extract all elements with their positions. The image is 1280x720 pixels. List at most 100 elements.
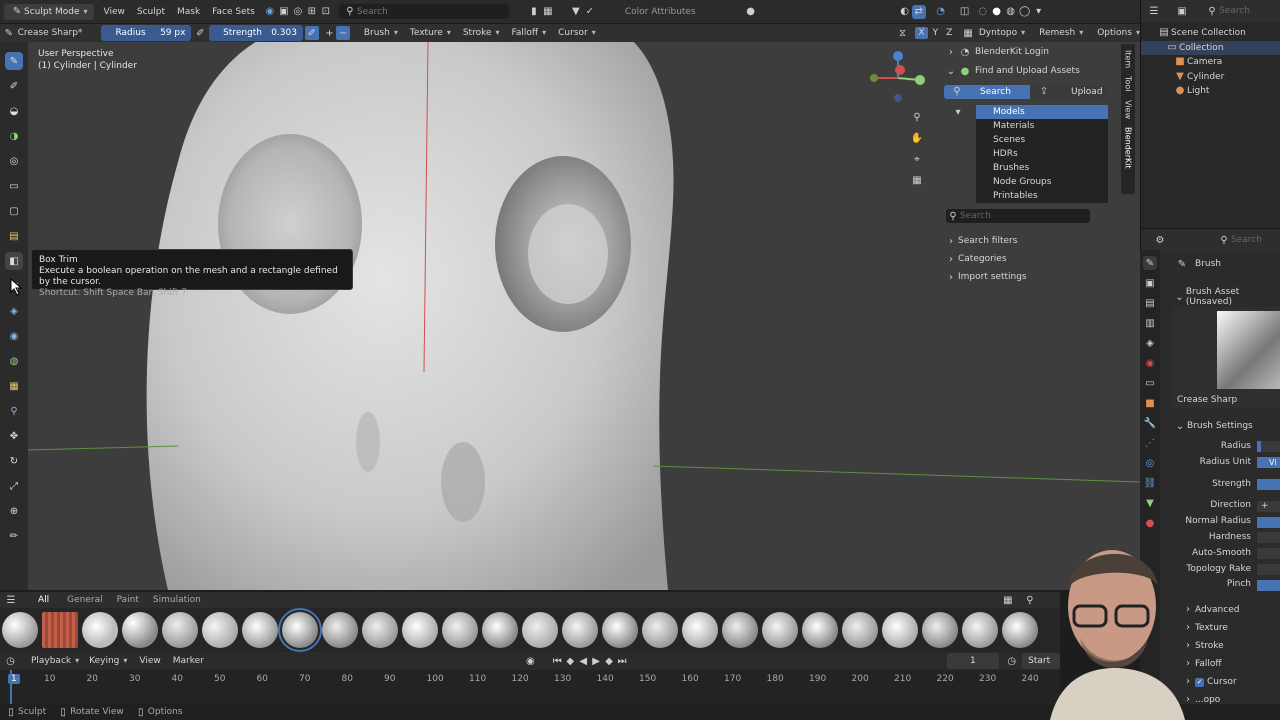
outliner-item-camera[interactable]: ■ Camera [1157,55,1280,70]
field-strength[interactable]: Strength [1173,477,1280,493]
color-filter-icon[interactable]: ⊞ [305,5,319,19]
falloff-menu[interactable]: Falloff [512,28,547,38]
paint-tool[interactable]: ◎ [5,152,23,170]
symmetry-icon[interactable]: ⧖ [896,26,910,40]
dyntopo-menu[interactable]: Dyntopo [979,28,1025,38]
category-brushes[interactable]: Brushes [976,161,1108,175]
blenderkit-search-input[interactable]: ⚲ Search [946,209,1090,223]
cursor-menu[interactable]: Cursor [558,28,596,38]
direction-add-icon[interactable]: + [1257,500,1280,512]
box-trim-tool[interactable]: ◧ [5,252,23,270]
field-topology-rake-slider[interactable] [1257,563,1280,575]
subtract-direction-icon[interactable]: − [336,26,350,40]
axis-x[interactable]: X [915,27,928,39]
field-radius-unit[interactable]: Radius Unit Vi [1173,455,1280,471]
bookmark-icon[interactable]: ▮ [527,5,541,19]
brush-thumb-texture[interactable] [42,612,78,648]
menu-mask[interactable]: Mask [177,7,200,17]
category-hdrs[interactable]: HDRs [976,147,1108,161]
tab-tool[interactable]: Tool [1124,76,1133,92]
output-tab-icon[interactable]: ▤ [1143,296,1157,310]
brush-thumb-scrape[interactable] [802,612,838,648]
brush-thumb-draw-sharp[interactable] [322,612,358,648]
navigation-gizmo[interactable] [866,48,926,108]
mask-by-color-tool[interactable]: ⚲ [5,402,23,420]
brush-preview-panel[interactable]: Crease Sharp [1173,307,1280,409]
brush-thumb-smooth[interactable] [842,612,878,648]
object-tab-icon[interactable]: ■ [1143,396,1157,410]
categories-row[interactable]: › Categories [944,251,1120,267]
brush-name[interactable]: Crease Sharp* [18,28,102,38]
brush-thumb-nudge[interactable] [682,612,718,648]
collapse-triangle-icon[interactable]: ▾ [951,105,965,119]
play-icon[interactable]: ▶ [590,654,603,668]
brush-thumb-draw[interactable] [122,612,158,648]
category-models[interactable]: Models [976,105,1108,119]
brush-thumb-snake-hook[interactable] [882,612,918,648]
brush-thumb-flatten[interactable] [442,612,478,648]
timeline-view-menu[interactable]: View [139,656,160,666]
dyntopo-icon[interactable]: ▦ [961,26,975,40]
stroke-menu[interactable]: Stroke [463,28,500,38]
draw-brush-tool[interactable]: ✎ [5,52,23,70]
transform-tool[interactable]: ⊕ [5,502,23,520]
color-filter-tool[interactable]: ◍ [5,352,23,370]
overlays-icon[interactable]: ◔ [934,5,948,19]
pan-hand-icon[interactable]: ✋ [910,131,924,145]
shield-check-icon[interactable]: ✓ [583,5,597,19]
gizmo-x-handle[interactable] [895,65,905,75]
shelf-tab-simulation[interactable]: Simulation [153,595,201,605]
tool-tab-icon[interactable]: ✎ [1143,256,1157,270]
options-menu[interactable]: Options [1097,28,1140,38]
find-upload-header[interactable]: ⌄ ● Find and Upload Assets [944,62,1120,80]
modifier-tab-icon[interactable]: 🔧 [1143,416,1157,430]
brush-thumb-crease-polish[interactable] [242,612,278,648]
particles-tab-icon[interactable]: ⋰ [1143,436,1157,450]
gizmo-neg-z-handle[interactable] [894,94,902,102]
menu-face-sets[interactable]: Face Sets [212,7,255,17]
outliner-item-cylinder[interactable]: ▼ Cylinder [1157,70,1280,85]
add-direction-icon[interactable]: + [323,26,337,40]
box-face-set-tool[interactable]: ▤ [5,227,23,245]
view-layer-tab-icon[interactable]: ▥ [1143,316,1157,330]
header-search-input[interactable]: ⚲ Search [338,4,509,19]
shelf-tab-general[interactable]: General [67,595,102,605]
playhead[interactable] [10,670,12,704]
display-mode-icon[interactable]: ▣ [1175,4,1189,18]
shading-material-icon[interactable]: ◍ [1004,5,1018,19]
shading-solid-icon[interactable]: ● [990,5,1004,19]
shelf-grid-icon[interactable]: ▦ [1001,593,1015,607]
brush-thumb-blob[interactable] [82,612,118,648]
brush-thumb-layer[interactable] [562,612,598,648]
search-filters-row[interactable]: › Search filters [944,233,1120,249]
annotate-tool[interactable]: ✏ [5,527,23,545]
axis-z[interactable]: Z [943,27,955,39]
rotate-tool[interactable]: ↻ [5,452,23,470]
brush-thumb-elastic[interactable] [362,612,398,648]
shelf-tab-all[interactable]: All [38,595,49,605]
pivot-icon[interactable]: ⊡ [319,5,333,19]
radius-field[interactable]: Radius 59 px [101,25,192,41]
category-printables[interactable]: Printables [976,189,1108,203]
shelf-tab-paint[interactable]: Paint [117,595,139,605]
menu-sculpt[interactable]: Sculpt [137,7,165,17]
overlay-icon[interactable]: ◉ [263,5,277,19]
jump-end-icon[interactable]: ⏭ [616,654,629,668]
gizmo-y-handle[interactable] [915,75,925,85]
prev-keyframe-icon[interactable]: ◆ [564,654,577,668]
brush-thumb-inflate[interactable] [522,612,558,648]
scene-tab-icon[interactable]: ◈ [1143,336,1157,350]
brush-thumb-multiplane[interactable] [642,612,678,648]
grid-icon[interactable]: ▦ [541,5,555,19]
shading-rendered-icon[interactable]: ◯ [1018,5,1032,19]
properties-search[interactable]: Search [1231,235,1262,245]
brush-thumb-boundary[interactable] [962,612,998,648]
jump-start-icon[interactable]: ⏮ [551,654,564,668]
shading-dropdown-icon[interactable]: ▾ [1032,5,1046,19]
xray-icon[interactable]: ◫ [958,5,972,19]
cursor-checkbox[interactable]: ✓ [1195,677,1204,687]
import-settings-row[interactable]: › Import settings [944,269,1120,285]
field-strength-slider[interactable] [1257,478,1280,490]
field-radius-unit-value[interactable]: Vi [1257,457,1280,469]
collection-tab-icon[interactable]: ▭ [1143,376,1157,390]
